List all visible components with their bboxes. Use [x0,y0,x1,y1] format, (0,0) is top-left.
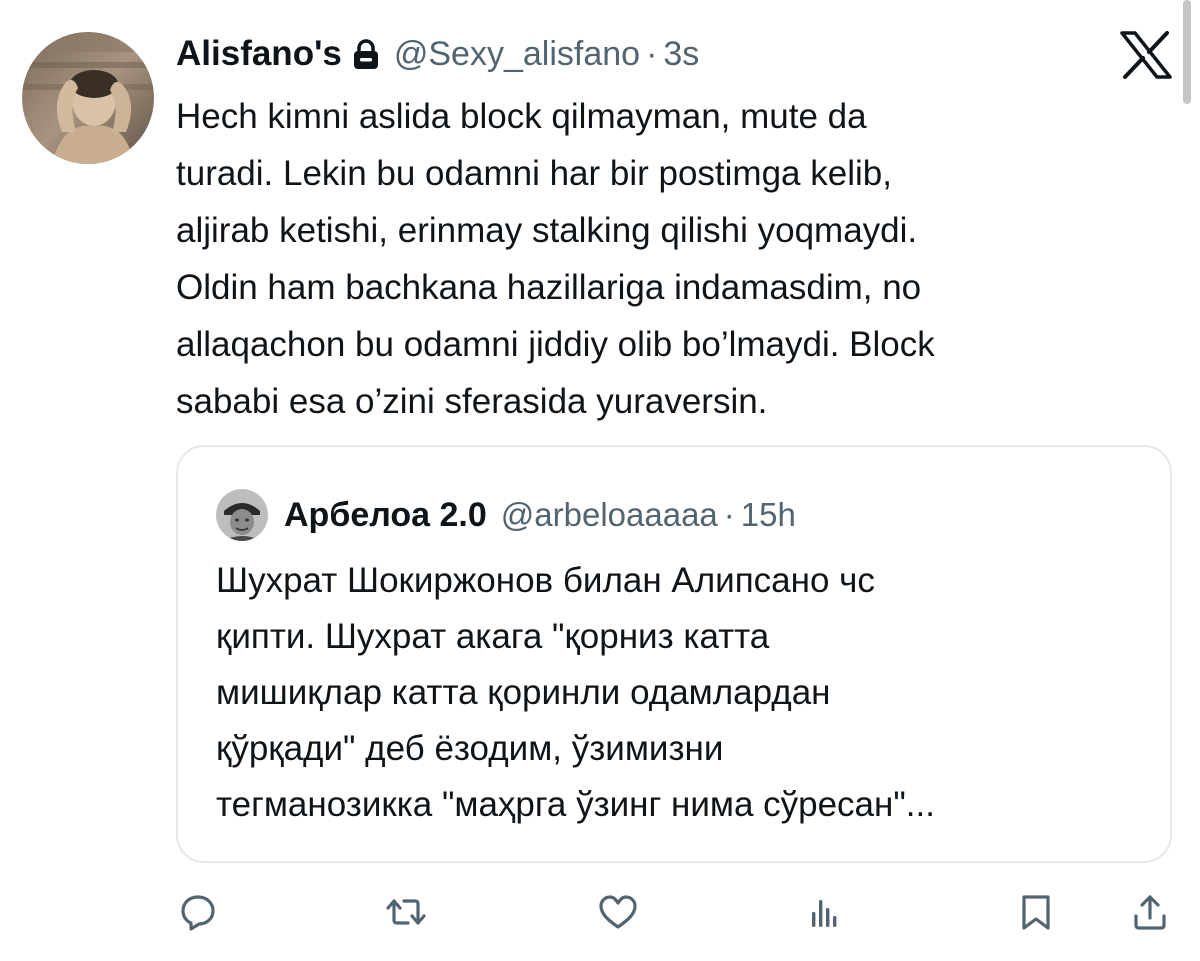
lock-icon [352,37,380,71]
separator-dot: · [723,496,735,533]
quoted-text-line: қўрқади" деб ёзодим, ўзимизни [216,729,724,768]
tweet-timestamp[interactable]: 3s [663,35,699,74]
reply-icon[interactable] [176,890,220,934]
tweet-text: Hech kimni aslida block qilmayman, mute … [176,88,1136,430]
bookmark-icon[interactable] [1014,890,1058,934]
author-display-name[interactable]: Alisfano's [176,34,342,74]
quoted-author-display-name[interactable]: Арбелоа 2.0 [284,496,487,535]
tweet-text-line: turadi. Lekin bu odamni har bir postimga… [176,154,892,193]
quoted-tweet-header: Арбелоа 2.0 @arbeloaaaaa · 15h [216,487,796,543]
author-handle[interactable]: @Sexy_alisfano [394,35,640,74]
author-avatar[interactable] [22,32,154,164]
tweet-text-line: aljirab ketishi, erinmay stalking qilish… [176,211,918,250]
tweet-actions-bar [176,890,1176,940]
quoted-author-avatar[interactable] [216,489,268,541]
share-icon[interactable] [1128,890,1172,934]
tweet-text-line: Oldin ham bachkana hazillariga indamasdi… [176,268,922,307]
tweet-header: Alisfano's @Sexy_alisfano · 3s [176,28,1136,80]
tweet: Alisfano's @Sexy_alisfano · 3s Hech kimn… [176,28,1136,430]
tweet-text-line: allaqachon bu odamni jiddiy olib bo’lmay… [176,325,935,364]
quoted-tweet-card[interactable]: Арбелоа 2.0 @arbeloaaaaa · 15h Шухрат Шо… [176,445,1172,863]
tweet-text-line: sababi esa o’zini sferasida yuraversin. [176,382,768,421]
retweet-icon[interactable] [384,890,428,934]
like-icon[interactable] [596,890,640,934]
quoted-text-line: тегманозикка "маҳрга ўзинг нима сўресан"… [216,785,935,824]
separator-dot: · [646,34,658,73]
views-icon[interactable] [802,890,846,934]
quoted-text-line: мишиқлар катта қоринли одамлардан [216,673,831,712]
quoted-author-handle[interactable]: @arbeloaaaaa [501,496,718,534]
x-logo-icon [1118,30,1174,80]
scrollbar-thumb[interactable] [1183,0,1191,104]
quoted-tweet-timestamp[interactable]: 15h [741,496,796,534]
quoted-text-line: қипти. Шухрат акага "қорниз катта [216,617,770,656]
quoted-text-line: Шухрат Шокиржонов билан Алипсано чс [216,561,875,600]
tweet-text-line: Hech kimni aslida block qilmayman, mute … [176,97,867,136]
quoted-tweet-text: Шухрат Шокиржонов билан Алипсано чс қипт… [216,553,1146,833]
